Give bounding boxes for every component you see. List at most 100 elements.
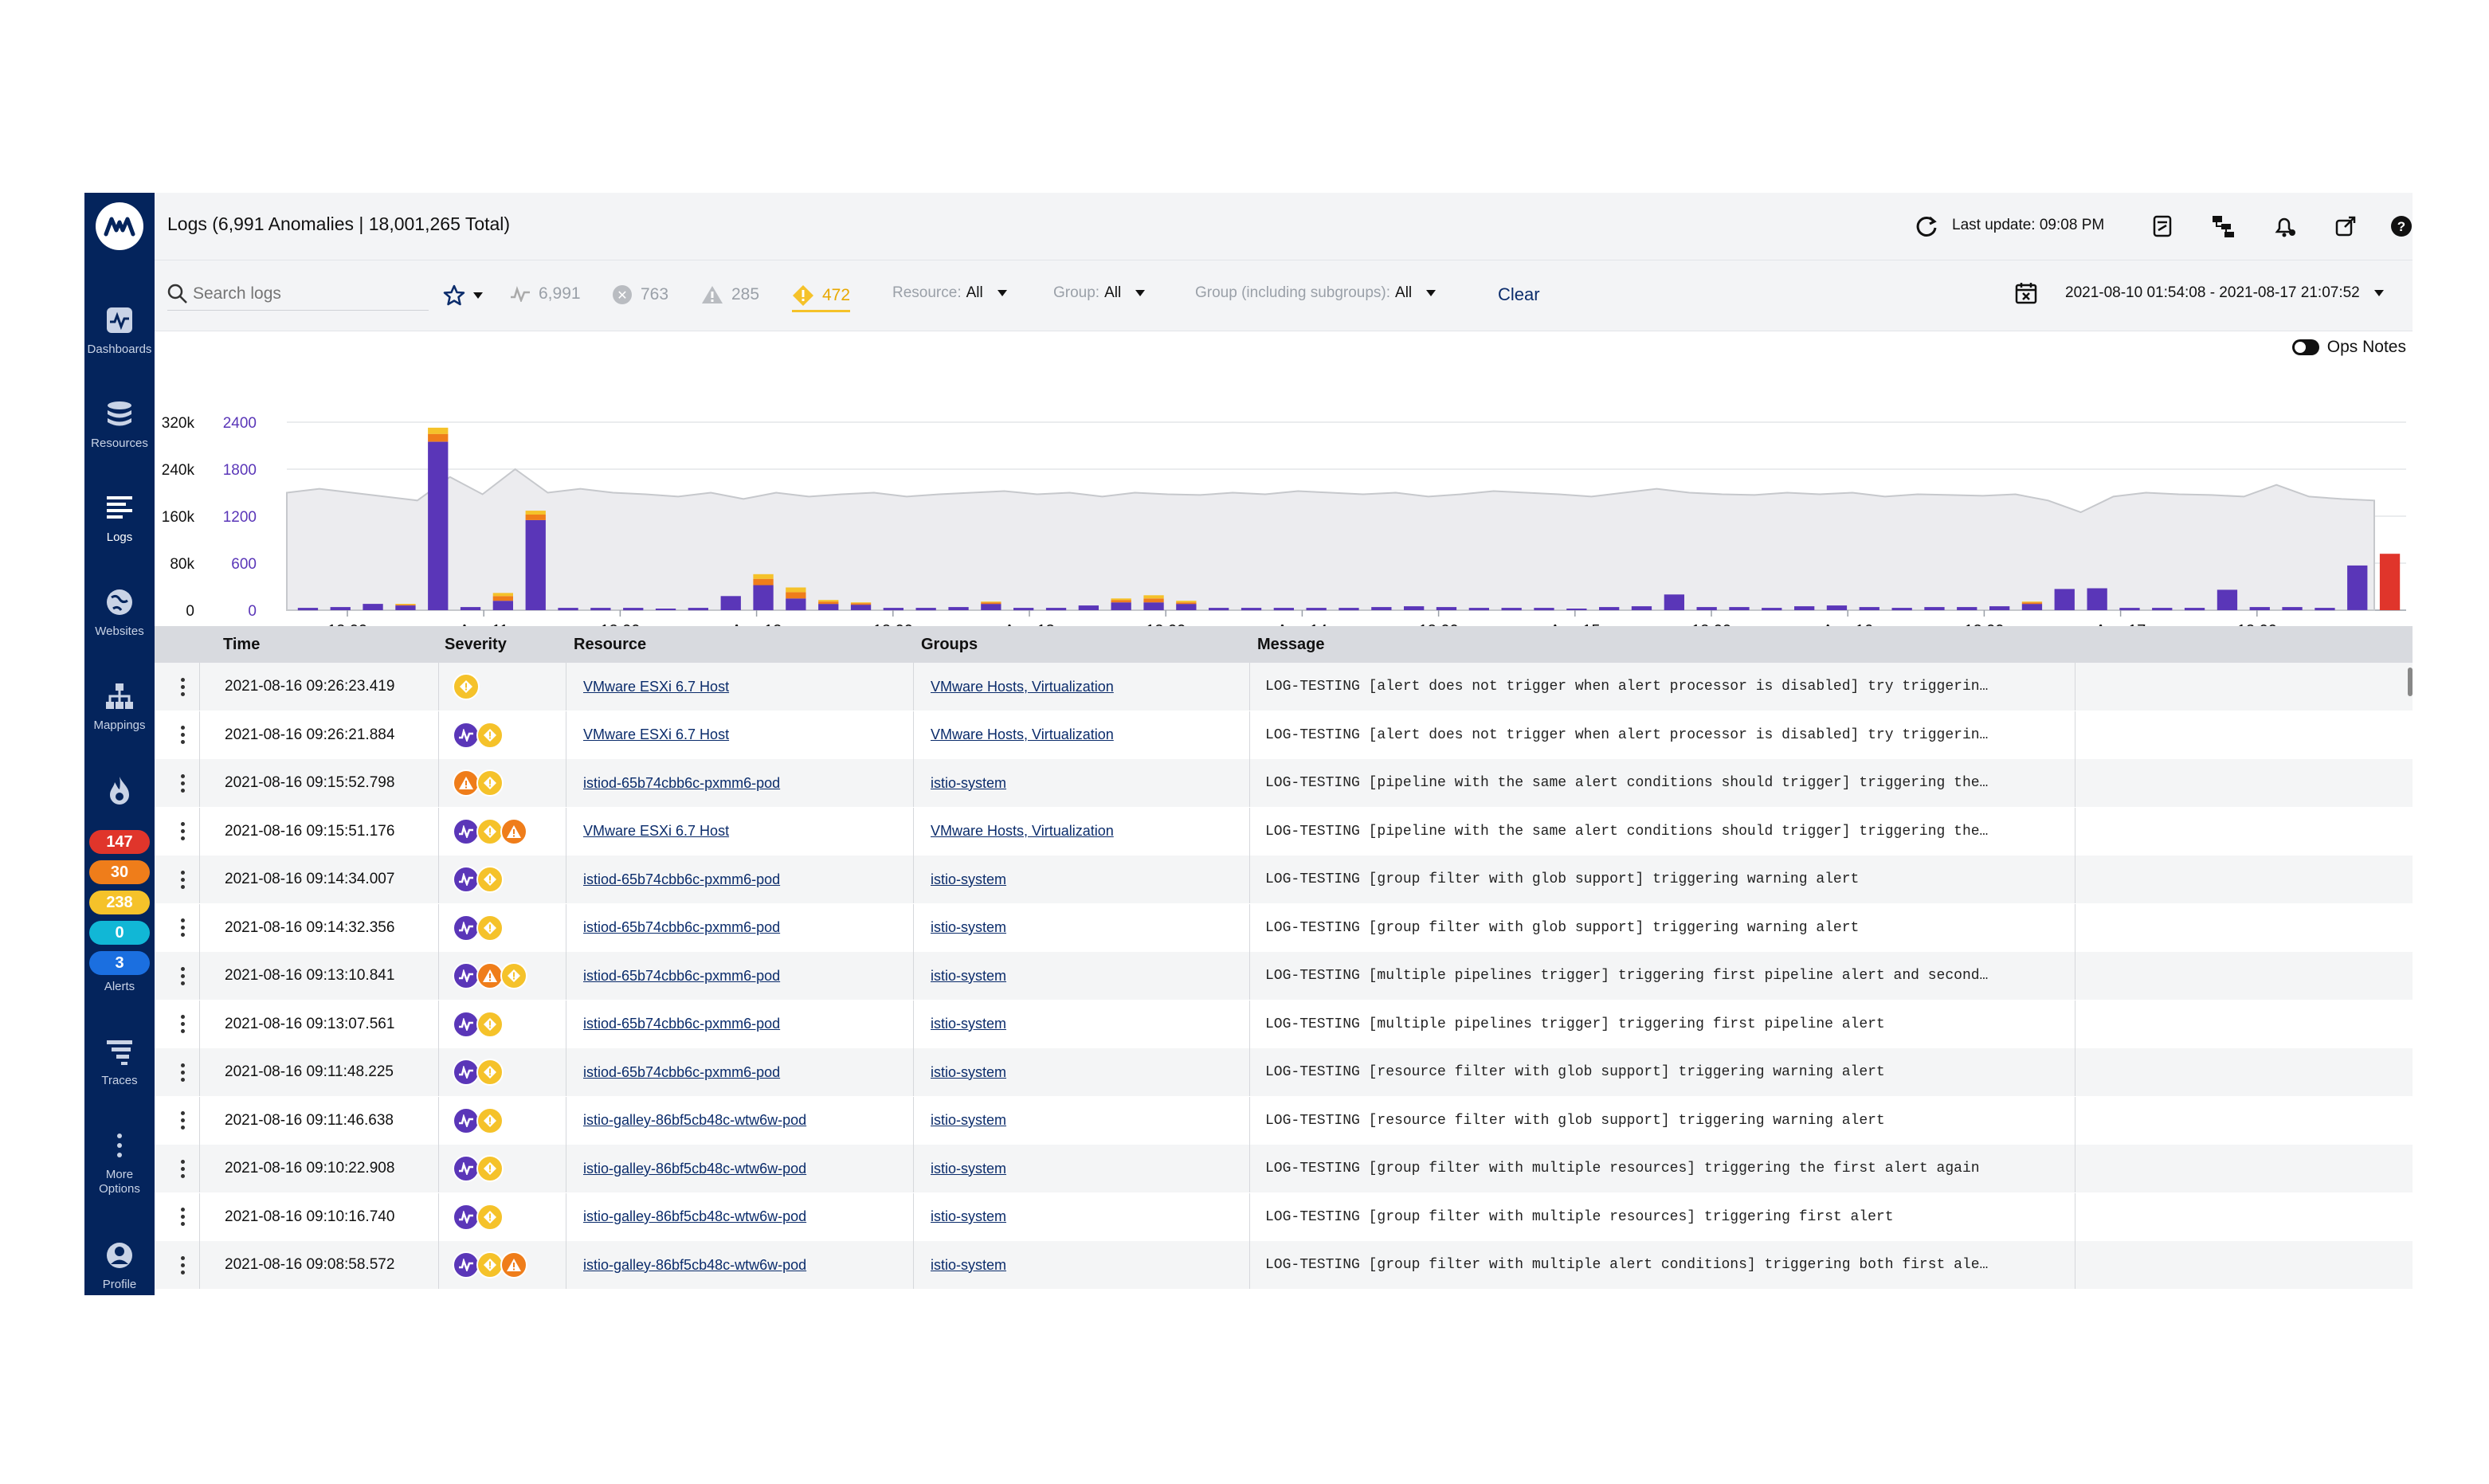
favorites-dropdown[interactable] xyxy=(443,284,483,307)
sidebar-item-more-options[interactable]: More Options xyxy=(84,1130,155,1196)
resource-link[interactable]: VMware ESXi 6.7 Host xyxy=(583,823,729,840)
alerts-warning-count[interactable]: 238 xyxy=(89,891,150,914)
group-link[interactable]: istio-system xyxy=(931,968,1006,985)
ops-notes-toggle[interactable]: Ops Notes xyxy=(2291,338,2406,357)
table-row[interactable]: 2021-08-16 09:15:52.798 istiod-65b74cbb6c… xyxy=(155,759,2413,807)
group-link[interactable]: VMware Hosts, Virtualization xyxy=(931,823,1114,840)
sidebar-item-logs[interactable]: Logs xyxy=(84,492,155,544)
anomalies-filter[interactable]: 6,991 xyxy=(510,284,581,303)
group-link[interactable]: istio-system xyxy=(931,1161,1006,1177)
sidebar-item-traces[interactable]: Traces xyxy=(84,1036,155,1087)
row-actions-button[interactable] xyxy=(171,952,194,1000)
column-header-groups[interactable]: Groups xyxy=(921,636,978,654)
log-message[interactable]: LOG-TESTING [group filter with multiple … xyxy=(1265,1241,2070,1289)
group-link[interactable]: istio-system xyxy=(931,919,1006,936)
table-row[interactable]: 2021-08-16 09:08:58.572 istio-galley-86bf… xyxy=(155,1241,2413,1289)
log-message[interactable]: LOG-TESTING [resource filter with glob s… xyxy=(1265,1097,2070,1145)
row-actions-button[interactable] xyxy=(171,1048,194,1096)
column-header-message[interactable]: Message xyxy=(1257,636,1325,654)
resource-link[interactable]: VMware ESXi 6.7 Host xyxy=(583,726,729,743)
row-actions-button[interactable] xyxy=(171,1097,194,1145)
column-header-resource[interactable]: Resource xyxy=(574,636,646,654)
row-actions-button[interactable] xyxy=(171,1193,194,1241)
table-row[interactable]: 2021-08-16 09:26:21.884 VMware ESXi 6.7 H… xyxy=(155,711,2413,759)
log-message[interactable]: LOG-TESTING [pipeline with the same aler… xyxy=(1265,808,2070,856)
log-message[interactable]: LOG-TESTING [group filter with glob supp… xyxy=(1265,904,2070,952)
hierarchy-button[interactable] xyxy=(2207,210,2239,242)
row-actions-button[interactable] xyxy=(171,759,194,807)
help-button[interactable]: ? xyxy=(2385,210,2413,242)
table-row[interactable]: 2021-08-16 09:10:22.908 istio-galley-86bf… xyxy=(155,1145,2413,1192)
table-row[interactable]: 2021-08-16 09:14:32.356 istiod-65b74cbb6c… xyxy=(155,903,2413,952)
alerts-other-count[interactable]: 3 xyxy=(89,951,150,975)
group-link[interactable]: istio-system xyxy=(931,1064,1006,1081)
log-message[interactable]: LOG-TESTING [multiple pipelines trigger]… xyxy=(1265,952,2070,1000)
search-input[interactable] xyxy=(191,284,417,304)
row-actions-button[interactable] xyxy=(171,663,194,711)
resource-link[interactable]: VMware ESXi 6.7 Host xyxy=(583,679,729,695)
critical-filter[interactable]: ✕ 763 xyxy=(612,284,668,305)
warning-filter[interactable]: 472 xyxy=(792,284,851,312)
resource-link[interactable]: istiod-65b74cbb6c-pxmm6-pod xyxy=(583,1016,780,1032)
error-filter[interactable]: 285 xyxy=(701,284,759,305)
table-row[interactable]: 2021-08-16 09:10:16.740 istio-galley-86bf… xyxy=(155,1192,2413,1241)
scrollbar-thumb[interactable] xyxy=(2408,668,2413,696)
sidebar-item-dashboards[interactable]: Dashboards xyxy=(84,304,155,356)
log-message[interactable]: LOG-TESTING [pipeline with the same aler… xyxy=(1265,759,2070,807)
log-message[interactable]: LOG-TESTING [alert does not trigger when… xyxy=(1265,663,2070,711)
table-row[interactable]: 2021-08-16 09:13:07.561 istiod-65b74cbb6c… xyxy=(155,1000,2413,1048)
refresh-button[interactable] xyxy=(1911,210,1942,242)
group-link[interactable]: istio-system xyxy=(931,871,1006,888)
sidebar-item-profile[interactable]: Profile xyxy=(84,1239,155,1291)
log-message[interactable]: LOG-TESTING [group filter with multiple … xyxy=(1265,1193,2070,1241)
group-link[interactable]: VMware Hosts, Virtualization xyxy=(931,679,1114,695)
clear-filters-button[interactable]: Clear xyxy=(1498,284,1540,305)
row-actions-button[interactable] xyxy=(171,904,194,952)
subgroup-filter-dropdown[interactable]: Group (including subgroups): All xyxy=(1195,284,1437,302)
date-range-dropdown[interactable]: 2021-08-10 01:54:08 - 2021-08-17 21:07:5… xyxy=(2065,284,2384,302)
log-message[interactable]: LOG-TESTING [group filter with glob supp… xyxy=(1265,856,2070,903)
resource-link[interactable]: istiod-65b74cbb6c-pxmm6-pod xyxy=(583,968,780,985)
sidebar-item-resources[interactable]: Resources xyxy=(84,398,155,450)
group-filter-dropdown[interactable]: Group: All xyxy=(1053,284,1146,302)
row-actions-button[interactable] xyxy=(171,1241,194,1289)
column-header-time[interactable]: Time xyxy=(223,636,260,654)
table-row[interactable]: 2021-08-16 09:11:46.638 istio-galley-86bf… xyxy=(155,1096,2413,1145)
resource-link[interactable]: istiod-65b74cbb6c-pxmm6-pod xyxy=(583,871,780,888)
resource-filter-dropdown[interactable]: Resource: All xyxy=(892,284,1007,302)
resource-link[interactable]: istiod-65b74cbb6c-pxmm6-pod xyxy=(583,1064,780,1081)
table-row[interactable]: 2021-08-16 09:14:34.007 istiod-65b74cbb6c… xyxy=(155,856,2413,903)
resource-link[interactable]: istio-galley-86bf5cb48c-wtw6w-pod xyxy=(583,1112,806,1129)
log-message[interactable]: LOG-TESTING [resource filter with glob s… xyxy=(1265,1048,2070,1096)
group-link[interactable]: istio-system xyxy=(931,1016,1006,1032)
row-actions-button[interactable] xyxy=(171,808,194,856)
row-actions-button[interactable] xyxy=(171,1000,194,1048)
column-header-severity[interactable]: Severity xyxy=(445,636,507,654)
group-link[interactable]: istio-system xyxy=(931,775,1006,792)
group-link[interactable]: istio-system xyxy=(931,1112,1006,1129)
resource-link[interactable]: istiod-65b74cbb6c-pxmm6-pod xyxy=(583,775,780,792)
resource-link[interactable]: istio-galley-86bf5cb48c-wtw6w-pod xyxy=(583,1257,806,1274)
group-link[interactable]: istio-system xyxy=(931,1208,1006,1225)
table-row[interactable]: 2021-08-16 09:13:10.841 istiod-65b74cbb6c… xyxy=(155,952,2413,1000)
search-box[interactable] xyxy=(167,278,429,311)
row-actions-button[interactable] xyxy=(171,1145,194,1192)
alerts-info-count[interactable]: 0 xyxy=(89,921,150,945)
sidebar-item-websites[interactable]: Websites xyxy=(84,586,155,638)
row-actions-button[interactable] xyxy=(171,711,194,759)
resource-link[interactable]: istio-galley-86bf5cb48c-wtw6w-pod xyxy=(583,1208,806,1225)
reports-button[interactable] xyxy=(2146,210,2178,242)
alerts-critical-count[interactable]: 147 xyxy=(89,830,150,854)
log-message[interactable]: LOG-TESTING [group filter with multiple … xyxy=(1265,1145,2070,1192)
group-link[interactable]: VMware Hosts, Virtualization xyxy=(931,726,1114,743)
calendar-button[interactable] xyxy=(2014,281,2038,305)
table-row[interactable]: 2021-08-16 09:11:48.225 istiod-65b74cbb6c… xyxy=(155,1048,2413,1096)
resource-link[interactable]: istiod-65b74cbb6c-pxmm6-pod xyxy=(583,919,780,936)
log-message[interactable]: LOG-TESTING [alert does not trigger when… xyxy=(1265,711,2070,759)
row-actions-button[interactable] xyxy=(171,856,194,903)
sidebar-item-alerts-icon[interactable] xyxy=(84,774,155,806)
log-message[interactable]: LOG-TESTING [multiple pipelines trigger]… xyxy=(1265,1000,2070,1048)
alerts-error-count[interactable]: 30 xyxy=(89,860,150,884)
table-row[interactable]: 2021-08-16 09:26:23.419 VMware ESXi 6.7 H… xyxy=(155,663,2413,711)
logo[interactable] xyxy=(84,193,155,260)
